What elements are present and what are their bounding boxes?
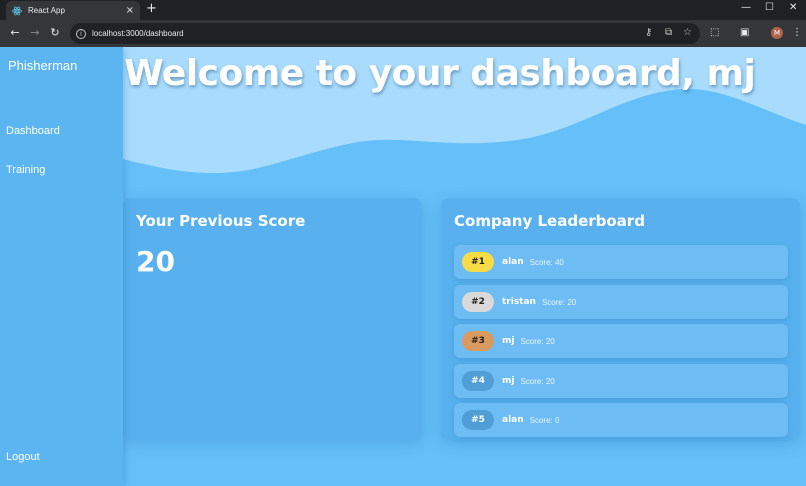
leaderboard-name: tristan (502, 297, 536, 307)
browser-toolbar: ← → ↻ i localhost:3000/dashboard ⚷ ⧉ ☆ ⬚… (0, 20, 806, 47)
sidebar-item-training[interactable]: Training (6, 164, 45, 176)
sidebar: Phisherman Dashboard Training Logout (0, 47, 123, 486)
reload-icon[interactable]: ↻ (48, 26, 62, 40)
install-app-icon[interactable]: ⧉ (665, 28, 672, 38)
page-title: Welcome to your dashboard, mj (124, 53, 756, 94)
chrome-menu-icon[interactable]: ⋮ (792, 27, 802, 39)
brand-name: Phisherman (8, 58, 78, 73)
leaderboard-row: #3 mj Score: 20 (454, 324, 788, 358)
leaderboard-row: #5 alan Score: 0 (454, 403, 788, 437)
rank-badge: #2 (462, 292, 494, 312)
extensions-icon[interactable]: ⬚ (710, 27, 719, 39)
address-url[interactable]: localhost:3000/dashboard (92, 29, 184, 38)
leaderboard-name: mj (502, 376, 515, 386)
app-page: Phisherman Dashboard Training Logout Wel… (0, 47, 806, 486)
new-tab-button[interactable]: + (146, 2, 157, 16)
leaderboard-row: #1 alan Score: 40 (454, 245, 788, 279)
rank-badge: #3 (462, 331, 494, 351)
react-logo-icon (12, 6, 22, 16)
rank-badge: #1 (462, 252, 494, 272)
bookmark-star-icon[interactable]: ☆ (683, 28, 692, 38)
site-info-icon[interactable]: i (76, 28, 86, 39)
leaderboard-score: Score: 0 (529, 415, 560, 425)
close-window-button[interactable]: ✕ (789, 2, 797, 13)
browser-tabstrip: React App × + — ☐ ✕ (0, 0, 806, 20)
address-bar[interactable]: i localhost:3000/dashboard ⚷ ⧉ ☆ (70, 23, 700, 44)
forward-arrow-icon[interactable]: → (28, 26, 42, 40)
leaderboard-row: #2 tristan Score: 20 (454, 285, 788, 319)
leaderboard-score: Score: 20 (520, 376, 555, 386)
sidebar-item-dashboard[interactable]: Dashboard (6, 125, 60, 137)
back-arrow-icon[interactable]: ← (8, 26, 22, 40)
minimize-button[interactable]: — (741, 2, 751, 13)
leaderboard-name: alan (502, 257, 524, 267)
browser-tab[interactable]: React App × (6, 1, 140, 20)
media-controls-icon[interactable]: ▣ (740, 27, 749, 39)
rank-badge: #4 (462, 371, 494, 391)
previous-score-value: 20 (136, 245, 175, 278)
rank-badge: #5 (462, 410, 494, 430)
profile-avatar[interactable]: M (771, 27, 783, 39)
leaderboard-score: Score: 20 (541, 297, 577, 307)
leaderboard-title: Company Leaderboard (454, 212, 645, 230)
leaderboard-name: alan (502, 415, 524, 425)
leaderboard-score: Score: 40 (529, 257, 564, 267)
previous-score-title: Your Previous Score (136, 212, 306, 230)
tab-title: React App (28, 6, 65, 15)
password-key-icon[interactable]: ⚷ (645, 28, 652, 38)
leaderboard-name: mj (502, 336, 515, 346)
maximize-button[interactable]: ☐ (765, 2, 774, 13)
leaderboard-row: #4 mj Score: 20 (454, 364, 788, 398)
logout-link[interactable]: Logout (6, 451, 40, 463)
previous-score-card: Your Previous Score 20 (123, 198, 422, 440)
leaderboard-card: Company Leaderboard #1 alan Score: 40 #2… (441, 198, 800, 440)
tab-close-icon[interactable]: × (126, 5, 134, 16)
leaderboard-score: Score: 20 (520, 336, 555, 346)
